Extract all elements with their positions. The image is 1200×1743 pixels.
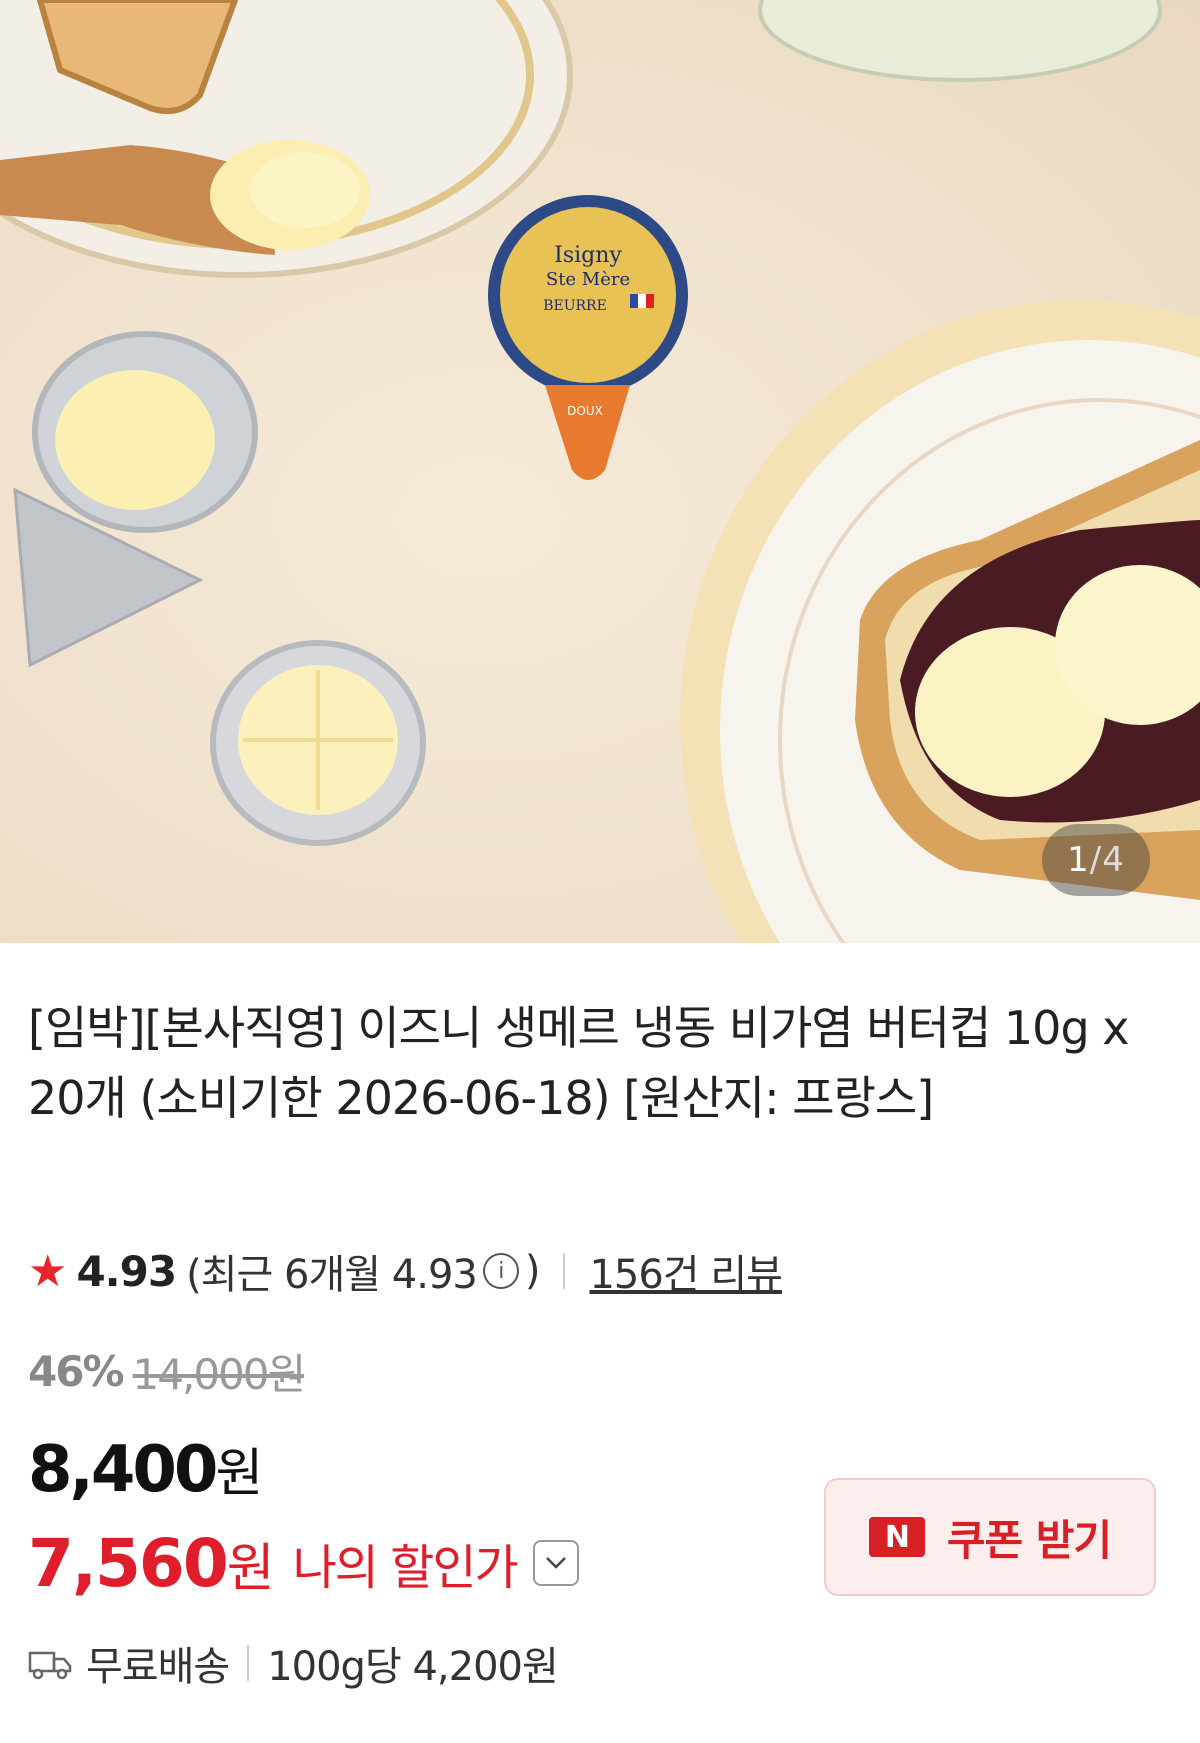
svg-text:Isigny: Isigny [554, 243, 622, 268]
coupon-label: 쿠폰 받기 [946, 1515, 1112, 1565]
sale-price: 8,400원 [28, 1433, 263, 1507]
svg-text:BEURRE: BEURRE [543, 298, 607, 314]
discount-percent: 46% [28, 1346, 125, 1396]
product-title: [임박][본사직영] 이즈니 생메르 냉동 비가염 버터컵 10g x 20개 … [28, 1001, 1130, 1125]
rating-row: ★ 4.93 (최근 6개월 4.93 i ) 156건 리뷰 [28, 1242, 783, 1300]
discount-row: 46% 14,000원 [28, 1343, 307, 1399]
butter-cup-package: Isigny Ste Mère BEURRE DOUX [488, 195, 688, 480]
recent-rating-close: ) [524, 1248, 541, 1294]
star-icon: ★ [28, 1245, 67, 1297]
divider [247, 1645, 250, 1681]
coupon-download-button[interactable]: N 쿠폰 받기 [824, 1478, 1156, 1596]
divider [563, 1253, 566, 1289]
svg-text:Ste Mère: Ste Mère [546, 269, 630, 290]
truck-icon [28, 1651, 72, 1680]
product-photo: Isigny Ste Mère BEURRE DOUX [0, 0, 1200, 943]
product-image-gallery[interactable]: Isigny Ste Mère BEURRE DOUX 1 / 4 [0, 0, 1200, 943]
image-counter: 1 / 4 [1042, 824, 1150, 896]
shipping-row: 무료배송 100g당 4,200원 [28, 1633, 559, 1693]
recent-rating: (최근 6개월 4.93 [186, 1252, 478, 1298]
info-icon[interactable]: i [482, 1253, 519, 1289]
original-price: 14,000원 [132, 1349, 307, 1399]
my-price-label: 나의 할인가 [292, 1540, 519, 1596]
free-shipping-label: 무료배송 [86, 1644, 230, 1690]
n-badge-icon: N [868, 1517, 925, 1557]
svg-text:DOUX: DOUX [567, 404, 603, 418]
rating-score: 4.93 [76, 1246, 177, 1296]
chevron-down-icon[interactable] [532, 1540, 579, 1586]
unit-price: 100g당 4,200원 [267, 1644, 559, 1690]
review-count-link[interactable]: 156건 리뷰 [589, 1242, 782, 1300]
my-discount-price: 7,560 원 나의 할인가 [28, 1523, 579, 1603]
